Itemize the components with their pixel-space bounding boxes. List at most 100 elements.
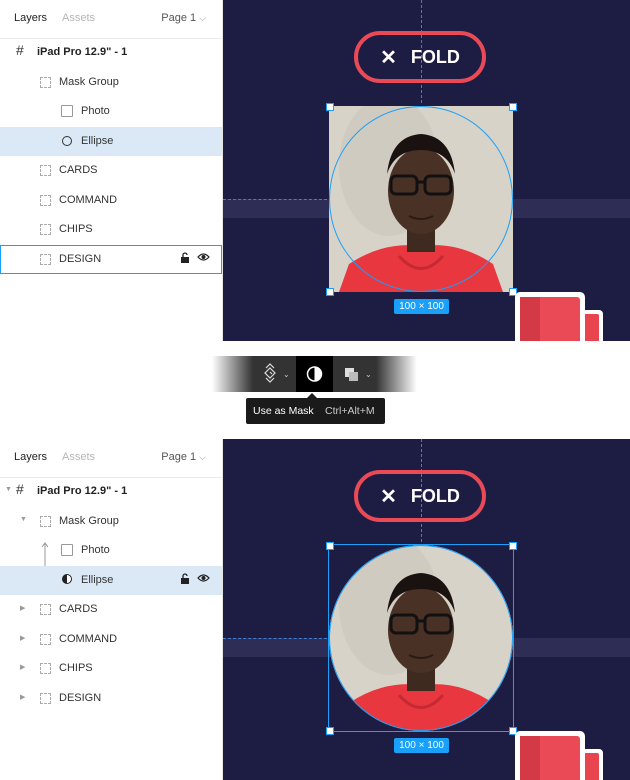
svg-text:⌄: ⌄	[283, 370, 290, 379]
close-icon: ✕	[380, 485, 397, 508]
layer-label: DESIGN	[59, 691, 102, 704]
layer-label: CHIPS	[59, 223, 93, 235]
image-icon	[61, 544, 73, 556]
layer-label: Mask Group	[59, 75, 119, 88]
lock-icon[interactable]	[180, 572, 190, 588]
resize-handle[interactable]	[509, 542, 517, 550]
size-badge: 100 × 100	[394, 738, 449, 753]
layer-label: CARDS	[59, 164, 98, 176]
editor-after-mask: Layers Assets Page 1 ⌵ ▼ # iPad Pro 12.9"…	[0, 439, 630, 780]
tooltip-shortcut: Ctrl+Alt+M	[325, 405, 375, 417]
layer-row-mask-group[interactable]: ▼ Mask Group	[0, 507, 222, 537]
ellipse-mask-outline[interactable]	[329, 545, 513, 731]
layer-row-mask-group[interactable]: Mask Group	[0, 68, 222, 98]
resize-handle[interactable]	[326, 542, 334, 550]
frame-hash-icon: #	[16, 481, 24, 497]
caret-right-icon[interactable]: ▶	[20, 663, 25, 671]
page-selector[interactable]: Page 1 ⌵	[161, 12, 206, 24]
layer-row-chips[interactable]: CHIPS	[0, 215, 222, 245]
tooltip-label: Use as Mask	[253, 405, 314, 417]
chevron-down-icon: ⌵	[199, 452, 206, 462]
caret-down-icon[interactable]: ▼	[20, 516, 27, 523]
panel-tabs: Layers Assets Page 1 ⌵	[0, 439, 222, 478]
fold-button[interactable]: ✕ FOLD	[354, 470, 486, 522]
page-label: Page 1	[161, 451, 197, 463]
layer-row-command[interactable]: COMMAND	[0, 186, 222, 216]
tab-assets[interactable]: Assets	[62, 451, 95, 463]
frame-hash-icon: #	[16, 42, 24, 58]
layer-row-photo[interactable]: Photo	[0, 536, 222, 587]
layer-row-cards[interactable]: CARDS	[0, 156, 222, 186]
toolbar: ⌄ ⌄	[212, 356, 417, 392]
ellipse-shape[interactable]	[329, 106, 513, 292]
mask-group-frame[interactable]	[326, 103, 517, 296]
layers-panel: Layers Assets Page 1 ⌵ # iPad Pro 12.9" -…	[0, 0, 223, 341]
lock-icon[interactable]	[180, 251, 190, 267]
fold-label: FOLD	[410, 46, 460, 67]
fold-label: FOLD	[410, 485, 460, 506]
cards-illustration	[515, 731, 603, 780]
mask-icon[interactable]	[306, 366, 323, 382]
mask-icon	[62, 573, 72, 584]
layer-row-design[interactable]: DESIGN	[0, 244, 222, 274]
resize-handle[interactable]	[326, 727, 334, 735]
image-icon	[61, 105, 73, 117]
caret-right-icon[interactable]: ▶	[20, 693, 25, 701]
svg-text:⌄: ⌄	[365, 370, 372, 379]
group-icon	[40, 224, 51, 235]
layer-label: Photo	[81, 544, 110, 556]
layer-label: iPad Pro 12.9" - 1	[37, 485, 128, 497]
layer-row-design[interactable]: ▶ DESIGN	[0, 684, 222, 714]
layer-row-frame[interactable]: # iPad Pro 12.9" - 1	[0, 38, 222, 68]
layer-label: Photo	[81, 105, 110, 117]
ellipse-icon	[62, 135, 72, 146]
group-icon	[40, 515, 51, 527]
group-icon	[40, 253, 51, 265]
group-icon	[40, 633, 51, 645]
group-icon	[40, 692, 51, 704]
layer-label: COMMAND	[59, 632, 118, 645]
group-icon	[40, 76, 51, 88]
layer-row-command[interactable]: ▶ COMMAND	[0, 625, 222, 655]
tab-layers[interactable]: Layers	[14, 451, 47, 463]
resize-handle[interactable]	[326, 288, 334, 296]
horizontal-guide	[223, 199, 327, 200]
page-selector[interactable]: Page 1 ⌵	[161, 451, 206, 463]
eye-icon[interactable]	[197, 573, 210, 586]
tab-layers[interactable]: Layers	[14, 12, 47, 24]
caret-down-icon[interactable]: ▼	[5, 486, 12, 493]
layer-label: iPad Pro 12.9" - 1	[37, 46, 128, 58]
group-icon	[40, 663, 51, 674]
layer-row-ellipse[interactable]: Ellipse	[0, 565, 222, 595]
horizontal-guide	[223, 638, 327, 639]
chevron-down-icon: ⌵	[199, 13, 206, 23]
fold-button[interactable]: ✕ FOLD	[354, 31, 486, 83]
group-icon	[40, 165, 51, 176]
layer-label: CHIPS	[59, 662, 93, 674]
cards-illustration	[515, 292, 603, 341]
group-icon	[40, 194, 51, 206]
mask-tooltip: Use as Mask Ctrl+Alt+M	[246, 393, 385, 424]
layer-row-chips[interactable]: ▶ CHIPS	[0, 654, 222, 684]
layer-label: Ellipse	[81, 134, 114, 147]
caret-right-icon[interactable]: ▶	[20, 604, 25, 612]
layer-label: DESIGN	[59, 252, 102, 265]
layer-label: COMMAND	[59, 193, 118, 206]
resize-handle[interactable]	[509, 103, 517, 111]
layer-row-photo[interactable]: Photo	[0, 97, 222, 127]
design-canvas[interactable]: ✕ FOLD 100 × 100	[223, 0, 630, 341]
caret-right-icon[interactable]: ▶	[20, 634, 25, 642]
layer-row-cards[interactable]: ▶ CARDS	[0, 595, 222, 625]
panel-tabs: Layers Assets Page 1 ⌵	[0, 0, 222, 39]
layer-label: Mask Group	[59, 514, 119, 527]
mask-group-frame[interactable]	[326, 542, 517, 735]
page-label: Page 1	[161, 12, 197, 24]
resize-handle[interactable]	[326, 103, 334, 111]
layer-row-frame[interactable]: ▼ # iPad Pro 12.9" - 1	[0, 477, 222, 507]
eye-icon[interactable]	[197, 252, 210, 265]
tooltip-notch	[307, 393, 317, 398]
design-canvas[interactable]: ✕ FOLD 100 × 100	[223, 439, 630, 780]
tab-assets[interactable]: Assets	[62, 12, 95, 24]
layer-row-ellipse[interactable]: Ellipse	[0, 126, 222, 156]
layers-panel: Layers Assets Page 1 ⌵ ▼ # iPad Pro 12.9"…	[0, 439, 223, 780]
